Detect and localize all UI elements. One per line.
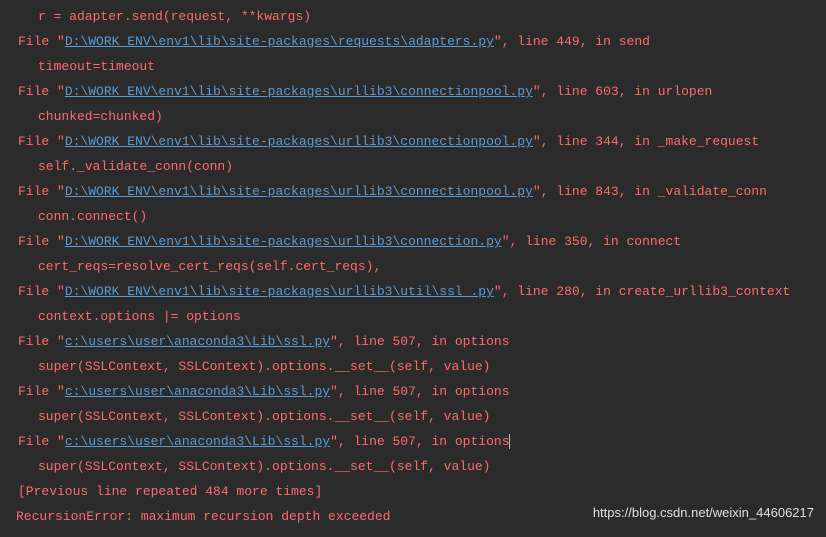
traceback-file-line: File "c:\users\user\anaconda3\Lib\ssl.py…: [8, 429, 818, 454]
file-path-link[interactable]: c:\users\user\anaconda3\Lib\ssl.py: [65, 434, 330, 449]
traceback-code-line: cert_reqs=resolve_cert_reqs(self.cert_re…: [8, 254, 818, 279]
traceback-code-line: super(SSLContext, SSLContext).options.__…: [8, 354, 818, 379]
traceback-file-line: File "c:\users\user\anaconda3\Lib\ssl.py…: [8, 379, 818, 404]
traceback-code-line: self._validate_conn(conn): [8, 154, 818, 179]
file-path-link[interactable]: c:\users\user\anaconda3\Lib\ssl.py: [65, 384, 330, 399]
traceback-code-line: super(SSLContext, SSLContext).options.__…: [8, 404, 818, 429]
traceback-file-line: File "D:\WORK ENV\env1\lib\site-packages…: [8, 129, 818, 154]
file-path-link[interactable]: D:\WORK ENV\env1\lib\site-packages\urlli…: [65, 234, 502, 249]
file-path-link[interactable]: c:\users\user\anaconda3\Lib\ssl.py: [65, 334, 330, 349]
traceback-output: r = adapter.send(request, **kwargs)File …: [8, 4, 818, 504]
watermark: https://blog.csdn.net/weixin_44606217: [593, 500, 814, 525]
traceback-file-line: File "D:\WORK ENV\env1\lib\site-packages…: [8, 229, 818, 254]
traceback-code-line: super(SSLContext, SSLContext).options.__…: [8, 454, 818, 479]
traceback-file-line: File "D:\WORK ENV\env1\lib\site-packages…: [8, 179, 818, 204]
traceback-code-line: conn.connect(): [8, 204, 818, 229]
traceback-code-line: chunked=chunked): [8, 104, 818, 129]
text-cursor: [509, 434, 510, 449]
traceback-code-line: r = adapter.send(request, **kwargs): [8, 4, 818, 29]
file-path-link[interactable]: D:\WORK ENV\env1\lib\site-packages\urlli…: [65, 284, 494, 299]
traceback-code-line: timeout=timeout: [8, 54, 818, 79]
file-path-link[interactable]: D:\WORK ENV\env1\lib\site-packages\reque…: [65, 34, 494, 49]
file-path-link[interactable]: D:\WORK ENV\env1\lib\site-packages\urlli…: [65, 184, 533, 199]
traceback-file-line: File "c:\users\user\anaconda3\Lib\ssl.py…: [8, 329, 818, 354]
traceback-file-line: File "D:\WORK ENV\env1\lib\site-packages…: [8, 79, 818, 104]
file-path-link[interactable]: D:\WORK ENV\env1\lib\site-packages\urlli…: [65, 134, 533, 149]
traceback-code-line: context.options |= options: [8, 304, 818, 329]
traceback-file-line: File "D:\WORK ENV\env1\lib\site-packages…: [8, 29, 818, 54]
traceback-file-line: File "D:\WORK ENV\env1\lib\site-packages…: [8, 279, 818, 304]
file-path-link[interactable]: D:\WORK ENV\env1\lib\site-packages\urlli…: [65, 84, 533, 99]
